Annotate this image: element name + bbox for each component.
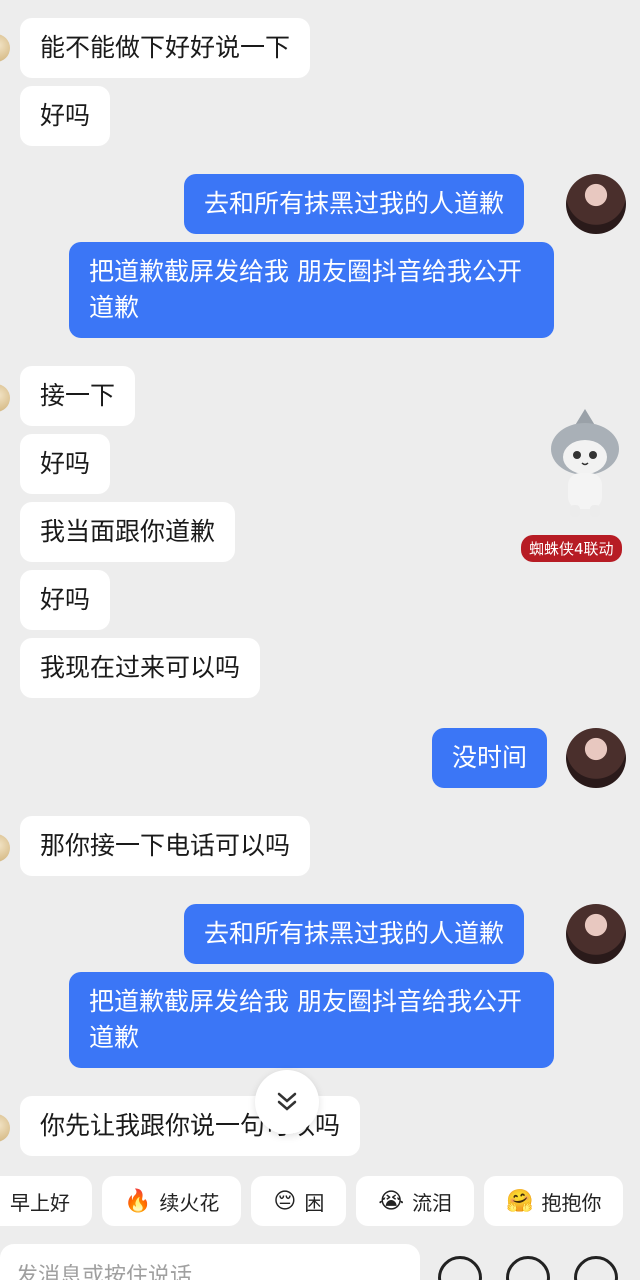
shark-hat-cat-sticker[interactable]	[540, 405, 630, 525]
quick-reply-chip[interactable]: 🤗 抱抱你	[484, 1176, 624, 1226]
message-bubble-received[interactable]: 我现在过来可以吗	[20, 638, 261, 698]
quick-reply-chip[interactable]: 😭 流泪	[356, 1176, 475, 1226]
chip-label: 续火花	[159, 1190, 220, 1215]
plus-icon[interactable]	[574, 1256, 618, 1280]
my-avatar[interactable]	[566, 174, 626, 234]
message-bubble-received[interactable]: 接一下	[20, 366, 136, 426]
sleepy-face-icon: 😔	[273, 1188, 297, 1214]
quick-reply-bar: 早上好 🔥 续火花 😔 困 😭 流泪 🤗 抱抱你	[0, 1176, 624, 1226]
crying-face-icon: 😭	[378, 1188, 405, 1214]
sticker-badge[interactable]: 蜘蛛侠4联动	[521, 535, 622, 562]
chip-label: 流泪	[412, 1190, 453, 1215]
hug-icon: 🤗	[506, 1188, 534, 1214]
message-bubble-received[interactable]: 好吗	[20, 570, 111, 630]
quick-reply-chip[interactable]: 🔥 续火花	[102, 1176, 242, 1226]
contact-avatar[interactable]	[0, 34, 10, 62]
quick-reply-chip[interactable]: 😔 困	[251, 1176, 347, 1226]
chip-label: 困	[304, 1190, 325, 1215]
chip-label: 早上好	[10, 1190, 70, 1215]
input-bar: 发消息或按住说话	[0, 1244, 640, 1280]
message-bubble-received[interactable]: 那你接一下电话可以吗	[20, 816, 311, 876]
my-avatar[interactable]	[566, 728, 626, 788]
message-bubble-received[interactable]: 好吗	[20, 86, 111, 146]
contact-avatar[interactable]	[0, 1114, 10, 1142]
scroll-to-bottom-button[interactable]	[255, 1070, 319, 1134]
double-chevron-down-icon	[277, 1092, 297, 1111]
voice-icon[interactable]	[438, 1256, 482, 1280]
quick-reply-chip[interactable]: 早上好	[0, 1176, 92, 1226]
message-bubble-sent[interactable]: 没时间	[432, 728, 548, 788]
message-bubble-sent[interactable]: 把道歉截屏发给我 朋友圈抖音给我公开道歉	[69, 972, 554, 1068]
fire-icon: 🔥	[124, 1188, 152, 1214]
message-bubble-received[interactable]: 我当面跟你道歉	[20, 502, 236, 562]
contact-avatar[interactable]	[0, 384, 10, 412]
message-bubble-sent[interactable]: 去和所有抹黑过我的人道歉	[184, 904, 525, 964]
message-bubble-sent[interactable]: 把道歉截屏发给我 朋友圈抖音给我公开道歉	[69, 242, 554, 338]
my-avatar[interactable]	[566, 904, 626, 964]
emoji-icon[interactable]	[506, 1256, 550, 1280]
message-bubble-received[interactable]: 能不能做下好好说一下	[20, 18, 311, 78]
message-input[interactable]: 发消息或按住说话	[0, 1244, 420, 1280]
contact-avatar[interactable]	[0, 834, 10, 862]
message-bubble-sent[interactable]: 去和所有抹黑过我的人道歉	[184, 174, 525, 234]
chip-label: 抱抱你	[541, 1190, 602, 1215]
message-bubble-received[interactable]: 好吗	[20, 434, 111, 494]
